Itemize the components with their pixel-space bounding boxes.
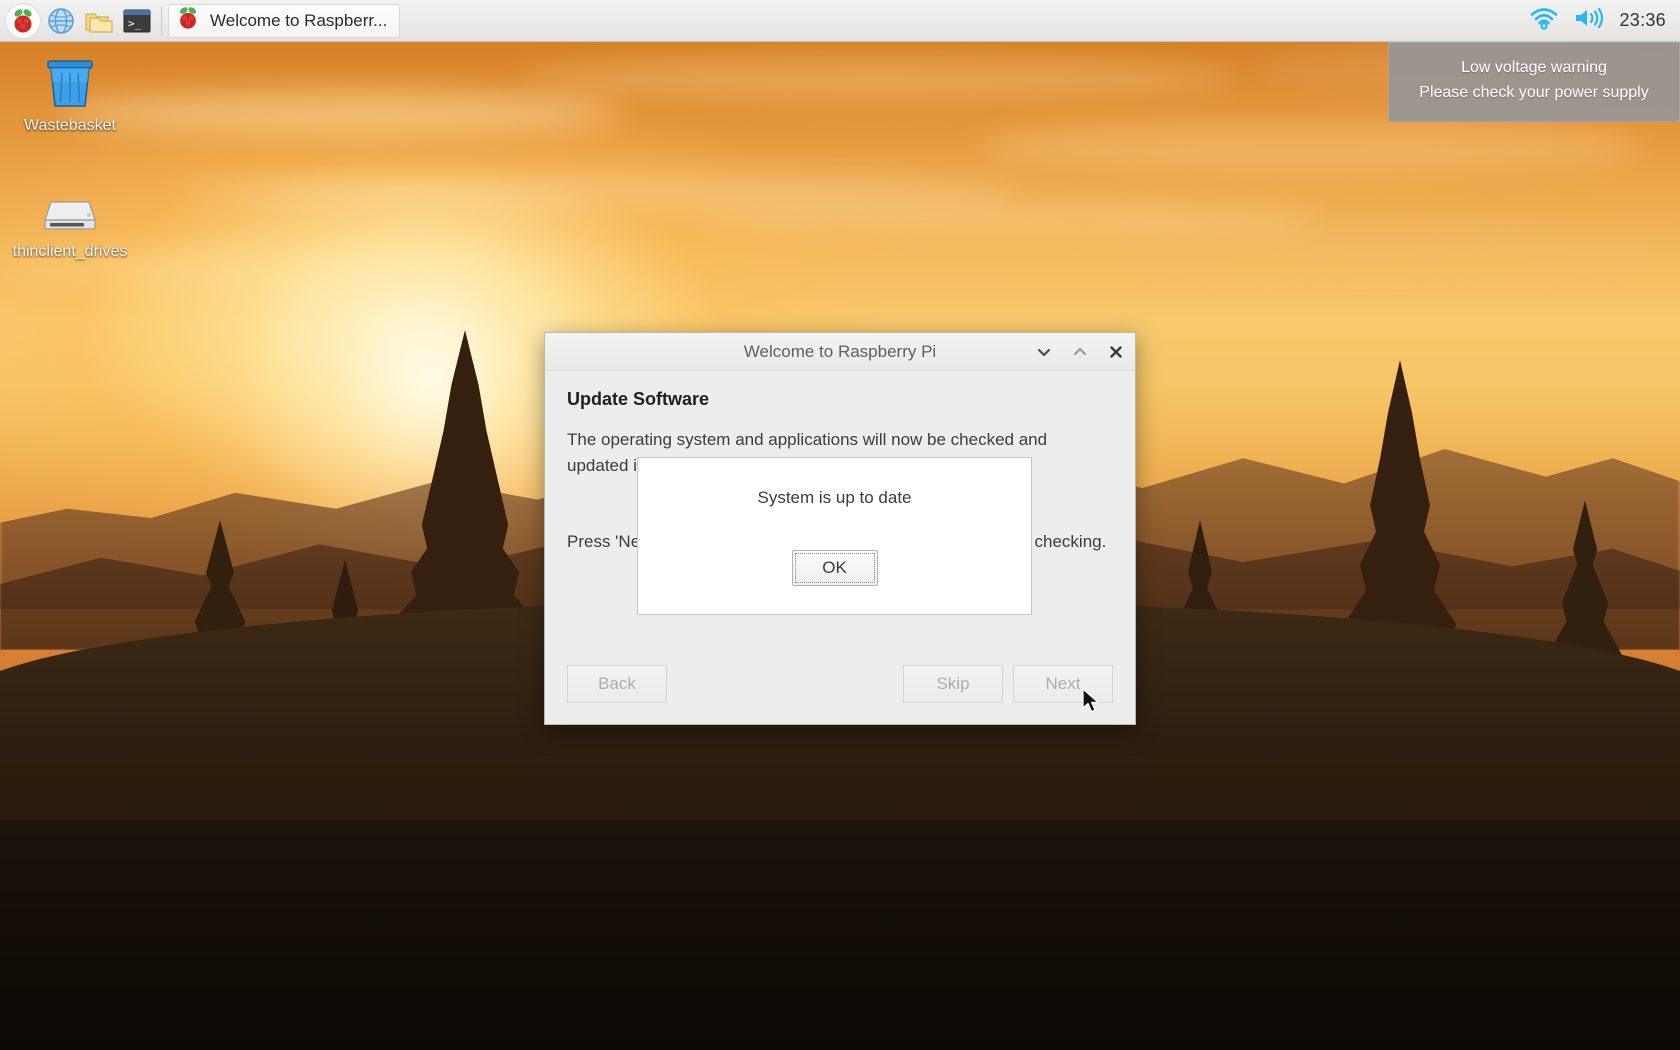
desktop-icon-thinclient-drives[interactable]: thinclient_drives	[2, 178, 138, 263]
wifi-icon[interactable]	[1529, 6, 1559, 35]
drive-icon	[41, 178, 99, 236]
taskbar-separator	[161, 5, 162, 36]
system-tray: 23:36	[1529, 6, 1680, 35]
trash-icon	[43, 52, 97, 110]
desktop-icon-label: thinclient_drives	[12, 243, 128, 260]
chevron-down-icon[interactable]	[1033, 341, 1055, 363]
dialog-footer: Back Skip Next	[545, 644, 1135, 724]
notification-title: Low voltage warning	[1461, 59, 1607, 76]
terminal-icon[interactable]: >_	[119, 3, 155, 39]
dialog-title: Welcome to Raspberry Pi	[743, 341, 937, 361]
wallpaper-foreground	[0, 820, 1680, 1050]
wallpaper-cloud	[980, 120, 1640, 174]
web-browser-icon[interactable]	[43, 3, 79, 39]
back-button[interactable]: Back	[567, 665, 667, 703]
window-controls	[1033, 333, 1127, 371]
wallpaper-cloud	[60, 90, 620, 136]
taskbar-launchers: >_	[0, 2, 155, 39]
welcome-dialog: Welcome to Raspberry Pi Update Software …	[544, 332, 1136, 725]
taskbar: >_ Welcome to Raspberr... 23:36	[0, 0, 1680, 42]
desktop-icon-wastebasket[interactable]: Wastebasket	[2, 52, 138, 137]
message-box: System is up to date OK	[637, 457, 1032, 615]
low-voltage-notification[interactable]: Low voltage warning Please check your po…	[1388, 42, 1680, 122]
desktop-icon-label: Wastebasket	[24, 117, 116, 134]
notification-message: Please check your power supply	[1419, 83, 1649, 101]
file-manager-icon[interactable]	[81, 3, 117, 39]
dialog-titlebar[interactable]: Welcome to Raspberry Pi	[545, 333, 1135, 371]
wallpaper-cloud	[520, 58, 1240, 98]
skip-button[interactable]: Skip	[903, 665, 1003, 703]
raspberry-menu-icon[interactable]	[5, 2, 41, 39]
message-box-buttons: OK	[638, 550, 1031, 586]
ok-button[interactable]: OK	[791, 550, 878, 586]
wallpaper-cloud	[700, 200, 1320, 234]
raspberry-icon	[175, 5, 201, 36]
close-icon[interactable]	[1105, 341, 1127, 363]
chevron-up-icon[interactable]	[1069, 341, 1091, 363]
clock[interactable]: 23:36	[1619, 10, 1666, 31]
dialog-heading: Update Software	[567, 389, 710, 409]
volume-icon[interactable]	[1573, 6, 1605, 35]
taskbar-task-label: Welcome to Raspberr...	[210, 10, 388, 30]
taskbar-task-welcome[interactable]: Welcome to Raspberr...	[168, 3, 401, 38]
svg-text:>_: >_	[128, 17, 142, 30]
message-box-text: System is up to date	[757, 488, 912, 507]
mouse-cursor	[1082, 688, 1102, 721]
